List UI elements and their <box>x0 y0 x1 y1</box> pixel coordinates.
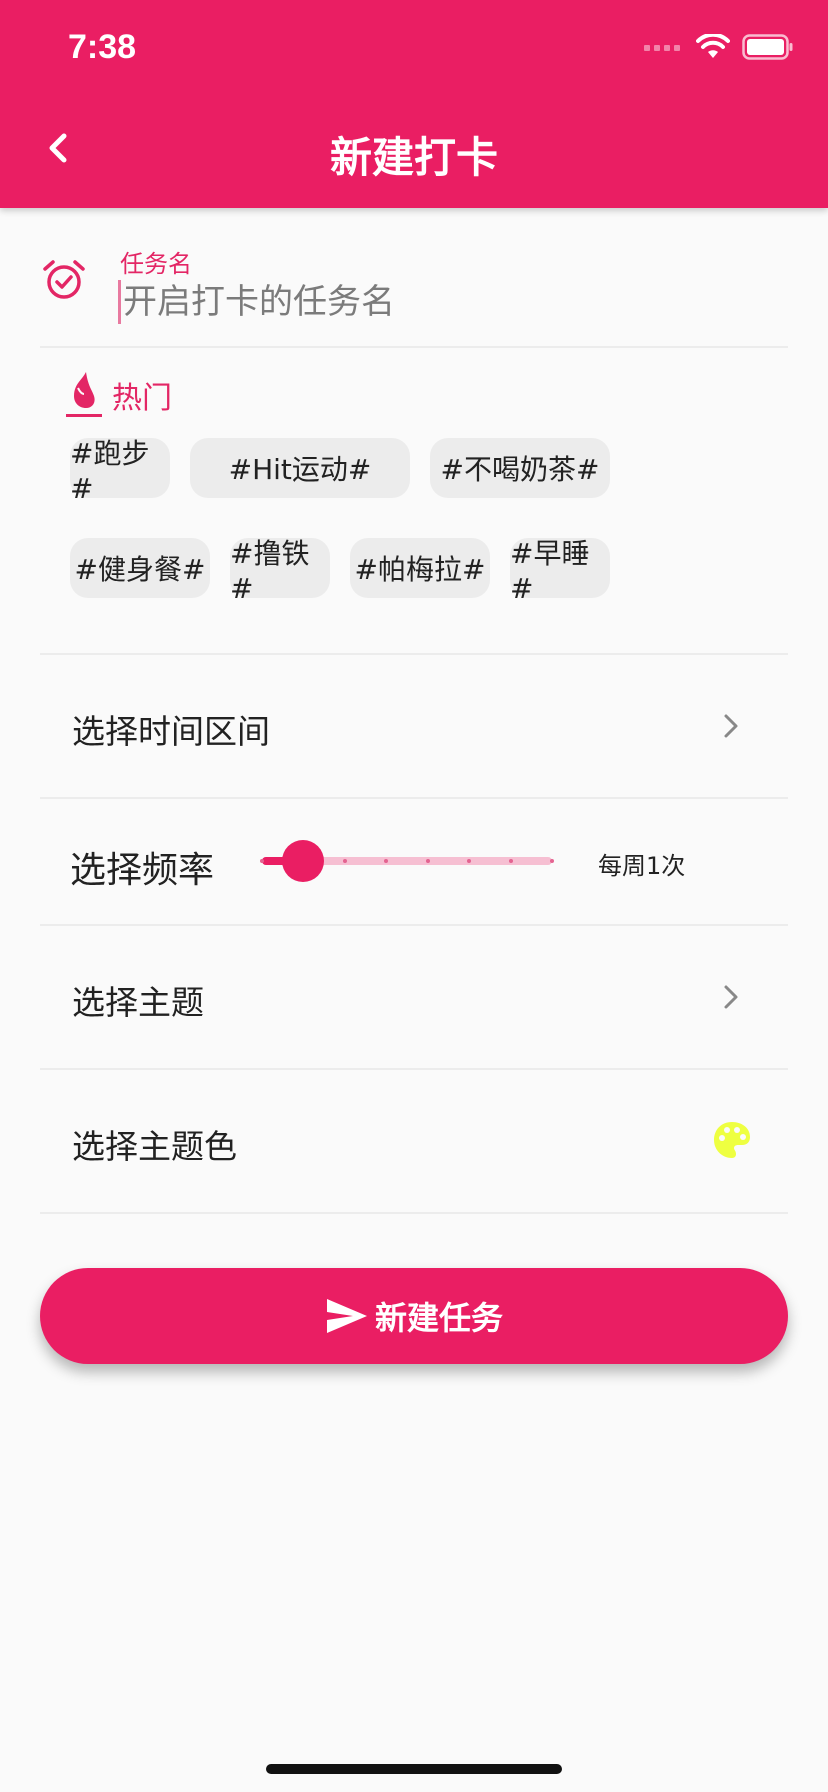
chevron-right-icon <box>724 714 738 738</box>
wifi-icon <box>696 34 730 58</box>
tag-chip[interactable]: #不喝奶茶# <box>430 438 610 498</box>
tag-chip[interactable]: #健身餐# <box>70 538 210 598</box>
chevron-right-icon <box>724 985 738 1009</box>
time-range-label: 选择时间区间 <box>72 712 270 751</box>
home-indicator <box>266 1764 562 1774</box>
slider-tick <box>260 859 264 863</box>
palette-icon[interactable] <box>712 1120 752 1160</box>
battery-icon <box>742 34 793 60</box>
frequency-label: 选择频率 <box>70 850 215 891</box>
hot-header: 热门 <box>64 370 172 420</box>
slider-tick <box>384 859 388 863</box>
app-bar: 7:38 新建打卡 <box>0 0 828 208</box>
create-task-button[interactable]: 新建任务 <box>40 1268 788 1364</box>
tag-chip[interactable]: #撸铁# <box>230 537 330 605</box>
task-name-label: 任务名 <box>120 250 192 278</box>
theme-color-row[interactable]: 选择主题色 <box>40 1070 788 1212</box>
create-task-label: 新建任务 <box>374 1299 503 1337</box>
time-range-row[interactable]: 选择时间区间 <box>40 655 788 797</box>
alarm-check-icon <box>43 260 85 299</box>
divider <box>40 797 788 799</box>
frequency-slider[interactable] <box>260 840 554 882</box>
slider-tick <box>343 859 347 863</box>
signal-icon <box>644 45 680 51</box>
status-icons <box>644 34 794 60</box>
slider-thumb[interactable] <box>282 840 324 882</box>
slider-tick <box>426 859 430 863</box>
hot-label: 热门 <box>112 381 172 416</box>
frequency-value: 每周1次 <box>598 852 686 880</box>
slider-tick <box>509 859 513 863</box>
tag-chip[interactable]: #帕梅拉# <box>350 538 490 598</box>
divider <box>40 346 788 348</box>
slider-tick <box>550 859 554 863</box>
tag-chip[interactable]: #Hit运动# <box>190 438 410 498</box>
task-name-input[interactable] <box>118 280 758 324</box>
divider <box>40 1212 788 1214</box>
tag-chip[interactable]: #早睡# <box>510 537 610 605</box>
status-time: 7:38 <box>68 28 137 66</box>
theme-label: 选择主题 <box>72 983 204 1022</box>
theme-row[interactable]: 选择主题 <box>40 926 788 1068</box>
theme-color-label: 选择主题色 <box>72 1127 237 1166</box>
tag-chip[interactable]: #跑步# <box>70 437 170 505</box>
slider-tick <box>467 859 471 863</box>
page-title: 新建打卡 <box>329 133 498 182</box>
flame-icon <box>66 372 102 417</box>
send-icon <box>326 1299 367 1333</box>
